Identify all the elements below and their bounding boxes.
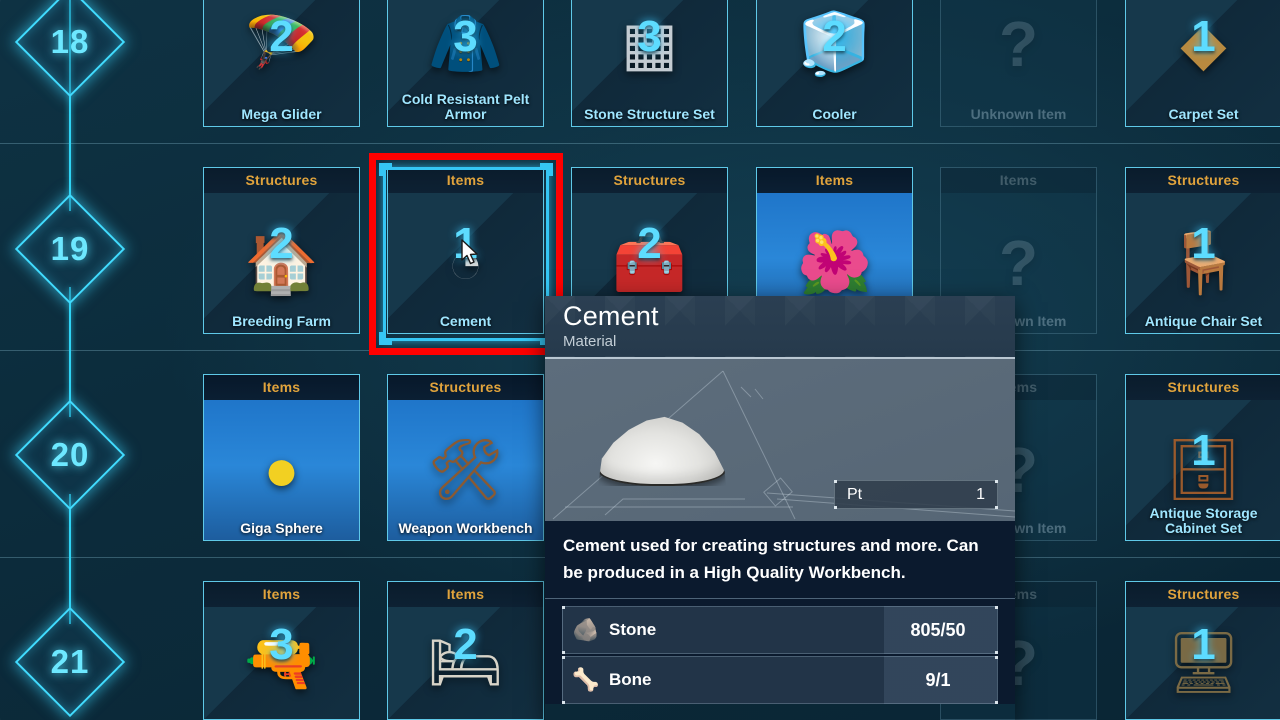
tech-cell-category: Structures	[388, 375, 543, 400]
tech-cell-antique-storage-cabinet-set[interactable]: Structures 🗄 1 Antique Storage Cabinet Set	[1125, 374, 1280, 541]
level-rail: 18 19 20 21	[0, 0, 150, 720]
tech-cell-category: Items	[757, 168, 912, 193]
armor-thumb: 🧥	[428, 9, 503, 77]
giga-sphere-thumb: ●	[263, 436, 300, 503]
tech-cell-antique-chair-set[interactable]: Structures 🪑 1 Antique Chair Set	[1125, 167, 1280, 334]
level-node-label: 21	[50, 643, 90, 680]
desk-thumb: 🖥	[1165, 629, 1242, 696]
level-node-19[interactable]: 19	[14, 193, 126, 305]
tech-cell-name: Cold Resistant Pelt Armor	[401, 91, 530, 122]
item-detail-tooltip: Cement Material Pt 1 Cement used for cre…	[545, 296, 1015, 720]
tech-cell-artwork: 🛠	[388, 400, 543, 540]
row-separator	[0, 143, 1280, 144]
material-quantity: 805/50	[910, 619, 966, 640]
material-name: Bone	[609, 670, 652, 689]
material-name: Stone	[609, 620, 657, 639]
level-node-label: 18	[50, 23, 90, 60]
mouse-cursor-icon	[461, 239, 481, 272]
tech-cell-cooler[interactable]: 🧊 2 Cooler	[756, 0, 913, 127]
tech-cell-artwork: ●	[204, 400, 359, 540]
question-mark-icon: ?	[998, 7, 1039, 80]
level-node-18[interactable]: 18	[14, 0, 126, 98]
tech-cell-category: Structures	[1126, 582, 1280, 607]
tech-cell-name: Mega Glider	[241, 106, 322, 122]
material-row: 🪨 Stone 805/50	[562, 606, 998, 654]
rifle-thumb: 🔫	[244, 629, 319, 696]
stone-icon: 🪨	[572, 617, 600, 642]
tech-cell-name: Cooler	[812, 106, 857, 122]
stone-platform-thumb: ▦	[621, 9, 678, 77]
material-row: 🦴 Bone 9/1	[562, 656, 998, 704]
tech-cell-mega-glider[interactable]: 🪂 2 Mega Glider	[203, 0, 360, 127]
tech-cell-artwork: 🔫	[204, 607, 359, 719]
tech-cell-name: Weapon Workbench	[398, 520, 533, 536]
level-node-label: 19	[50, 230, 90, 267]
level-node-21[interactable]: 21	[14, 606, 126, 718]
tech-cell-giga-sphere[interactable]: Items ● Giga Sphere	[203, 374, 360, 541]
tech-cell-row-21-0[interactable]: Items 🔫 3	[203, 581, 360, 720]
tech-cell-artwork: 🛏	[388, 607, 543, 719]
pillow-thumb: 🛏	[427, 629, 504, 696]
material-quantity: 9/1	[925, 669, 951, 690]
level-node-20[interactable]: 20	[14, 399, 126, 511]
bone-icon: 🦴	[572, 667, 600, 692]
tech-cell-artwork: 🖥	[1126, 607, 1280, 719]
selection-corner-bottom-left	[379, 332, 392, 345]
tooltip-item-preview: Pt 1	[545, 359, 1015, 521]
tech-cell-breeding-farm[interactable]: Structures 🏠 2 Breeding Farm	[203, 167, 360, 334]
question-mark-icon: ?	[998, 227, 1039, 299]
tech-cell-category: Items	[388, 582, 543, 607]
tech-cell-category: Structures	[1126, 168, 1280, 193]
tech-cell-category: Items	[204, 375, 359, 400]
carpet-thumb: ◆	[1180, 9, 1227, 77]
tech-cell-name: Unknown Item	[970, 106, 1067, 122]
tech-cell-category: Structures	[204, 168, 359, 193]
tooltip-description-block: Cement used for creating structures and …	[545, 521, 1015, 599]
tech-points-badge: Pt 1	[834, 480, 998, 509]
tech-cell-weapon-workbench[interactable]: Structures 🛠 Weapon Workbench	[387, 374, 544, 541]
tech-cell-name: Antique Storage Cabinet Set	[1149, 505, 1258, 536]
antique-cabinet-thumb: 🗄	[1165, 436, 1242, 503]
tooltip-title: Cement	[563, 301, 659, 331]
antique-chair-thumb: 🪑	[1166, 229, 1241, 296]
pal-portrait-thumb: 🌺	[797, 229, 872, 296]
tooltip-description: Cement used for creating structures and …	[563, 536, 979, 582]
tech-cell-row-21-1[interactable]: Items 🛏 2	[387, 581, 544, 720]
rail-connector	[69, 287, 71, 417]
cooler-thumb: 🧊	[797, 9, 872, 77]
tooltip-subtitle: Material	[563, 333, 617, 350]
toolbox-thumb: 🧰	[612, 229, 687, 296]
tooltip-header: Cement Material	[545, 296, 1015, 359]
tech-cell-name: Stone Structure Set	[584, 106, 715, 122]
tech-cell-category: Structures	[572, 168, 727, 193]
tech-cell-artwork: 🏠	[204, 193, 359, 333]
tech-cell-category: Items	[204, 582, 359, 607]
tooltip-materials-list: 🪨 Stone 805/50 🦴 Bone 9/1	[545, 599, 1015, 704]
tech-cell-cold-resistant-pelt-armor[interactable]: 🧥 3 Cold Resistant Pelt Armor	[387, 0, 544, 127]
selection-corner-top-left	[379, 163, 392, 176]
tech-cell-name: Giga Sphere	[240, 520, 323, 536]
tech-cell-name: Breeding Farm	[232, 313, 331, 329]
glider-thumb: 🪂	[244, 9, 319, 77]
rail-connector	[69, 80, 71, 211]
tech-cell-carpet-set[interactable]: ◆ 1 Carpet Set	[1125, 0, 1280, 127]
selection-corner-top-right	[540, 163, 553, 176]
tech-cell-name: Antique Chair Set	[1144, 313, 1263, 329]
tech-cell-row-21-5[interactable]: Structures 🖥 1	[1125, 581, 1280, 720]
tech-cell-category: Structures	[1126, 375, 1280, 400]
tech-points-value: 1	[976, 485, 985, 503]
weapon-workbench-thumb: 🛠	[427, 436, 504, 503]
breeding-farm-thumb: 🏠	[244, 229, 319, 296]
tech-points-label: Pt	[847, 485, 863, 503]
level-node-label: 20	[50, 436, 90, 473]
tech-cell-artwork: 🪑	[1126, 193, 1280, 333]
tech-cell-stone-structure-set[interactable]: ▦ 3 Stone Structure Set	[571, 0, 728, 127]
tech-cell-name: Carpet Set	[1168, 106, 1239, 122]
tech-cell-category: Items	[941, 168, 1096, 193]
tech-cell-unknown-item[interactable]: ? Unknown Item	[940, 0, 1097, 127]
rail-connector	[69, 494, 71, 624]
